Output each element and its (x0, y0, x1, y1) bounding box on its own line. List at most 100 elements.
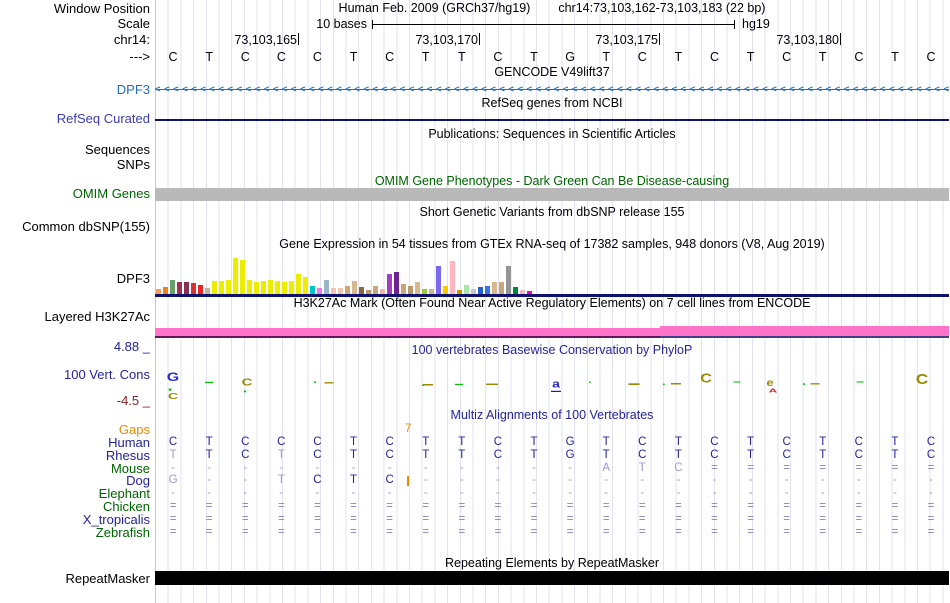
strand-chevron-icon: < (934, 84, 940, 95)
alignment-base: - (279, 461, 284, 474)
alignment-base: C (168, 436, 178, 448)
multiz-track-title: Multiz Alignments of 100 Vertebrates (450, 408, 654, 422)
gtex-expression-bars[interactable] (155, 252, 949, 294)
species-label-x_tropicalis[interactable]: X_tropicalis (0, 513, 150, 526)
gencode-gene-label[interactable]: DPF3 (0, 83, 150, 97)
strand-chevron-icon: < (608, 84, 614, 95)
alignment-bases: CTCCCTCTTCTGTCTCTCTCTC (155, 436, 949, 449)
ruler-tick: 73,103,175 (556, 33, 660, 47)
alignment-row[interactable]: Rhesus T T C T C T C T T C T G T C T C T C T C T C (0, 449, 950, 462)
conservation-glyph: ▪ (421, 383, 425, 389)
strand-chevron-icon: < (635, 84, 641, 95)
omim-genes-label[interactable]: OMIM Genes (0, 187, 150, 201)
species-label-zebrafish[interactable]: Zebrafish (0, 526, 150, 539)
strand-chevron-icon: < (744, 84, 750, 95)
conservation-glyph: ▬ (733, 380, 741, 384)
strand-chevron-icon: < (463, 84, 469, 95)
strand-chevron-icon: < (653, 84, 659, 95)
strand-chevron-icon: < (155, 84, 161, 95)
alignment-base: = (602, 525, 610, 538)
gtex-tissue-bar (261, 281, 266, 294)
conservation-track-title: 100 vertebrates Basewise Conservation by… (411, 343, 693, 357)
alignment-base: = (241, 525, 249, 538)
alignment-base: - (640, 487, 645, 500)
strand-chevron-icon: < (617, 84, 623, 95)
strand-chevron-icon: < (173, 84, 179, 95)
sequences-label[interactable]: Sequences (0, 143, 150, 157)
repeatmasker-label[interactable]: RepeatMasker (0, 572, 150, 586)
strand-chevron-icon: < (354, 84, 360, 95)
strand-chevron-icon: < (834, 84, 841, 95)
alignment-base: = (205, 525, 213, 538)
sequence-base: T (421, 50, 430, 64)
alignment-base: = (747, 500, 754, 512)
gtex-tissue-bar (191, 283, 196, 294)
alignment-base: = (241, 500, 249, 512)
alignment-base: = (314, 500, 321, 512)
alignment-base: - (712, 474, 717, 487)
alignment-base: C (854, 436, 863, 448)
strand-chevron-icon: < (309, 84, 315, 95)
alignment-base: C (241, 448, 250, 461)
ruler-tick: 73,103,170 (376, 33, 480, 47)
strand-arrow-label[interactable]: ---> (0, 50, 150, 64)
alignment-base: = (530, 525, 538, 538)
alignment-base: T (747, 436, 755, 448)
sequence-base: T (349, 50, 358, 64)
alignment-base: = (530, 512, 538, 525)
sequence-base: C (168, 50, 178, 64)
alignment-base: - (459, 461, 464, 474)
gtex-tissue-bar (506, 266, 511, 294)
sequence-base: C (637, 50, 647, 64)
snps-label[interactable]: SNPs (0, 158, 150, 172)
refseq-curated-label[interactable]: RefSeq Curated (0, 112, 150, 126)
alignment-base: C (782, 436, 791, 448)
gtex-tissue-bar (310, 286, 315, 294)
strand-chevron-icon: < (789, 84, 795, 95)
alignment-base: - (820, 474, 825, 487)
strand-chevron-icon: < (499, 84, 505, 95)
alignment-row[interactable]: Zebrafish = = = = = = = = = = = = = = = = = = = = = = (0, 526, 950, 539)
alignment-base: C (493, 448, 503, 461)
alignment-base: T (277, 448, 285, 461)
sequence-base: C (782, 50, 792, 64)
h3k27ac-signal-right[interactable] (660, 326, 949, 336)
species-label-rhesus[interactable]: Rhesus (0, 449, 150, 462)
alignment-row[interactable]: X_tropicalis = = = = = = = = = = = = = = = = = = = = = = (0, 513, 950, 526)
phylop-conservation-glyphs[interactable]: G ▪ C ▬ C ▪ ▪ ▬ ▬ ▪ ▬ ▬ a ▬ ▪ ▬ ▪ ▬ C ▬ e A ▪ ▬ ▬ C (155, 360, 949, 406)
conservation-label[interactable]: 100 Vert. Cons (0, 368, 150, 382)
strand-chevron-icon: < (825, 84, 832, 95)
alignment-base: C (385, 448, 394, 461)
gap-count-marker: 7 (405, 423, 412, 435)
alignment-base: - (495, 487, 500, 500)
multiz-alignment-rows[interactable]: Human C T C C C T C T T C T G T C T C T C T C T C Rhesus T T C T C T C… (0, 436, 950, 540)
omim-gene-bar[interactable] (155, 188, 949, 201)
gtex-gene-label[interactable]: DPF3 (0, 272, 150, 286)
alignment-base: = (458, 512, 466, 525)
scale-label: Scale (117, 16, 150, 31)
alignment-base: - (929, 474, 933, 487)
alignment-base: = (566, 525, 574, 538)
strand-chevron-icon: < (272, 84, 279, 95)
strand-chevron-icon: < (753, 84, 759, 95)
omim-track-title: OMIM Gene Phenotypes - Dark Green Can Be… (374, 174, 730, 188)
alignment-base: - (532, 461, 536, 474)
alignment-base: - (893, 474, 897, 487)
strand-chevron-icon: < (725, 84, 732, 95)
repeatmasker-element-bar[interactable] (155, 571, 949, 585)
gtex-tissue-bar (394, 272, 399, 294)
alignment-base: = (783, 461, 790, 474)
alignment-base: - (532, 474, 536, 487)
dbsnp-label[interactable]: Common dbSNP(155) (0, 220, 150, 234)
alignment-base: = (927, 461, 935, 474)
strand-chevron-icon: < (880, 84, 886, 95)
gtex-tissue-bar (254, 282, 259, 294)
dpf3-gene-line[interactable]: < < < < < < < < < < < < < < < < < < < < < < < < < < < < < < < < < < < < < < < <… (155, 84, 949, 95)
h3k27ac-label[interactable]: Layered H3K27Ac (0, 310, 150, 324)
alignment-base: = (169, 500, 177, 512)
gtex-tissue-bar (226, 280, 231, 294)
refseq-gene-bar[interactable] (155, 119, 949, 121)
gtex-tissue-bar (359, 287, 364, 294)
alignment-base: C (638, 448, 647, 461)
h3k27ac-signal-left[interactable] (155, 328, 660, 336)
